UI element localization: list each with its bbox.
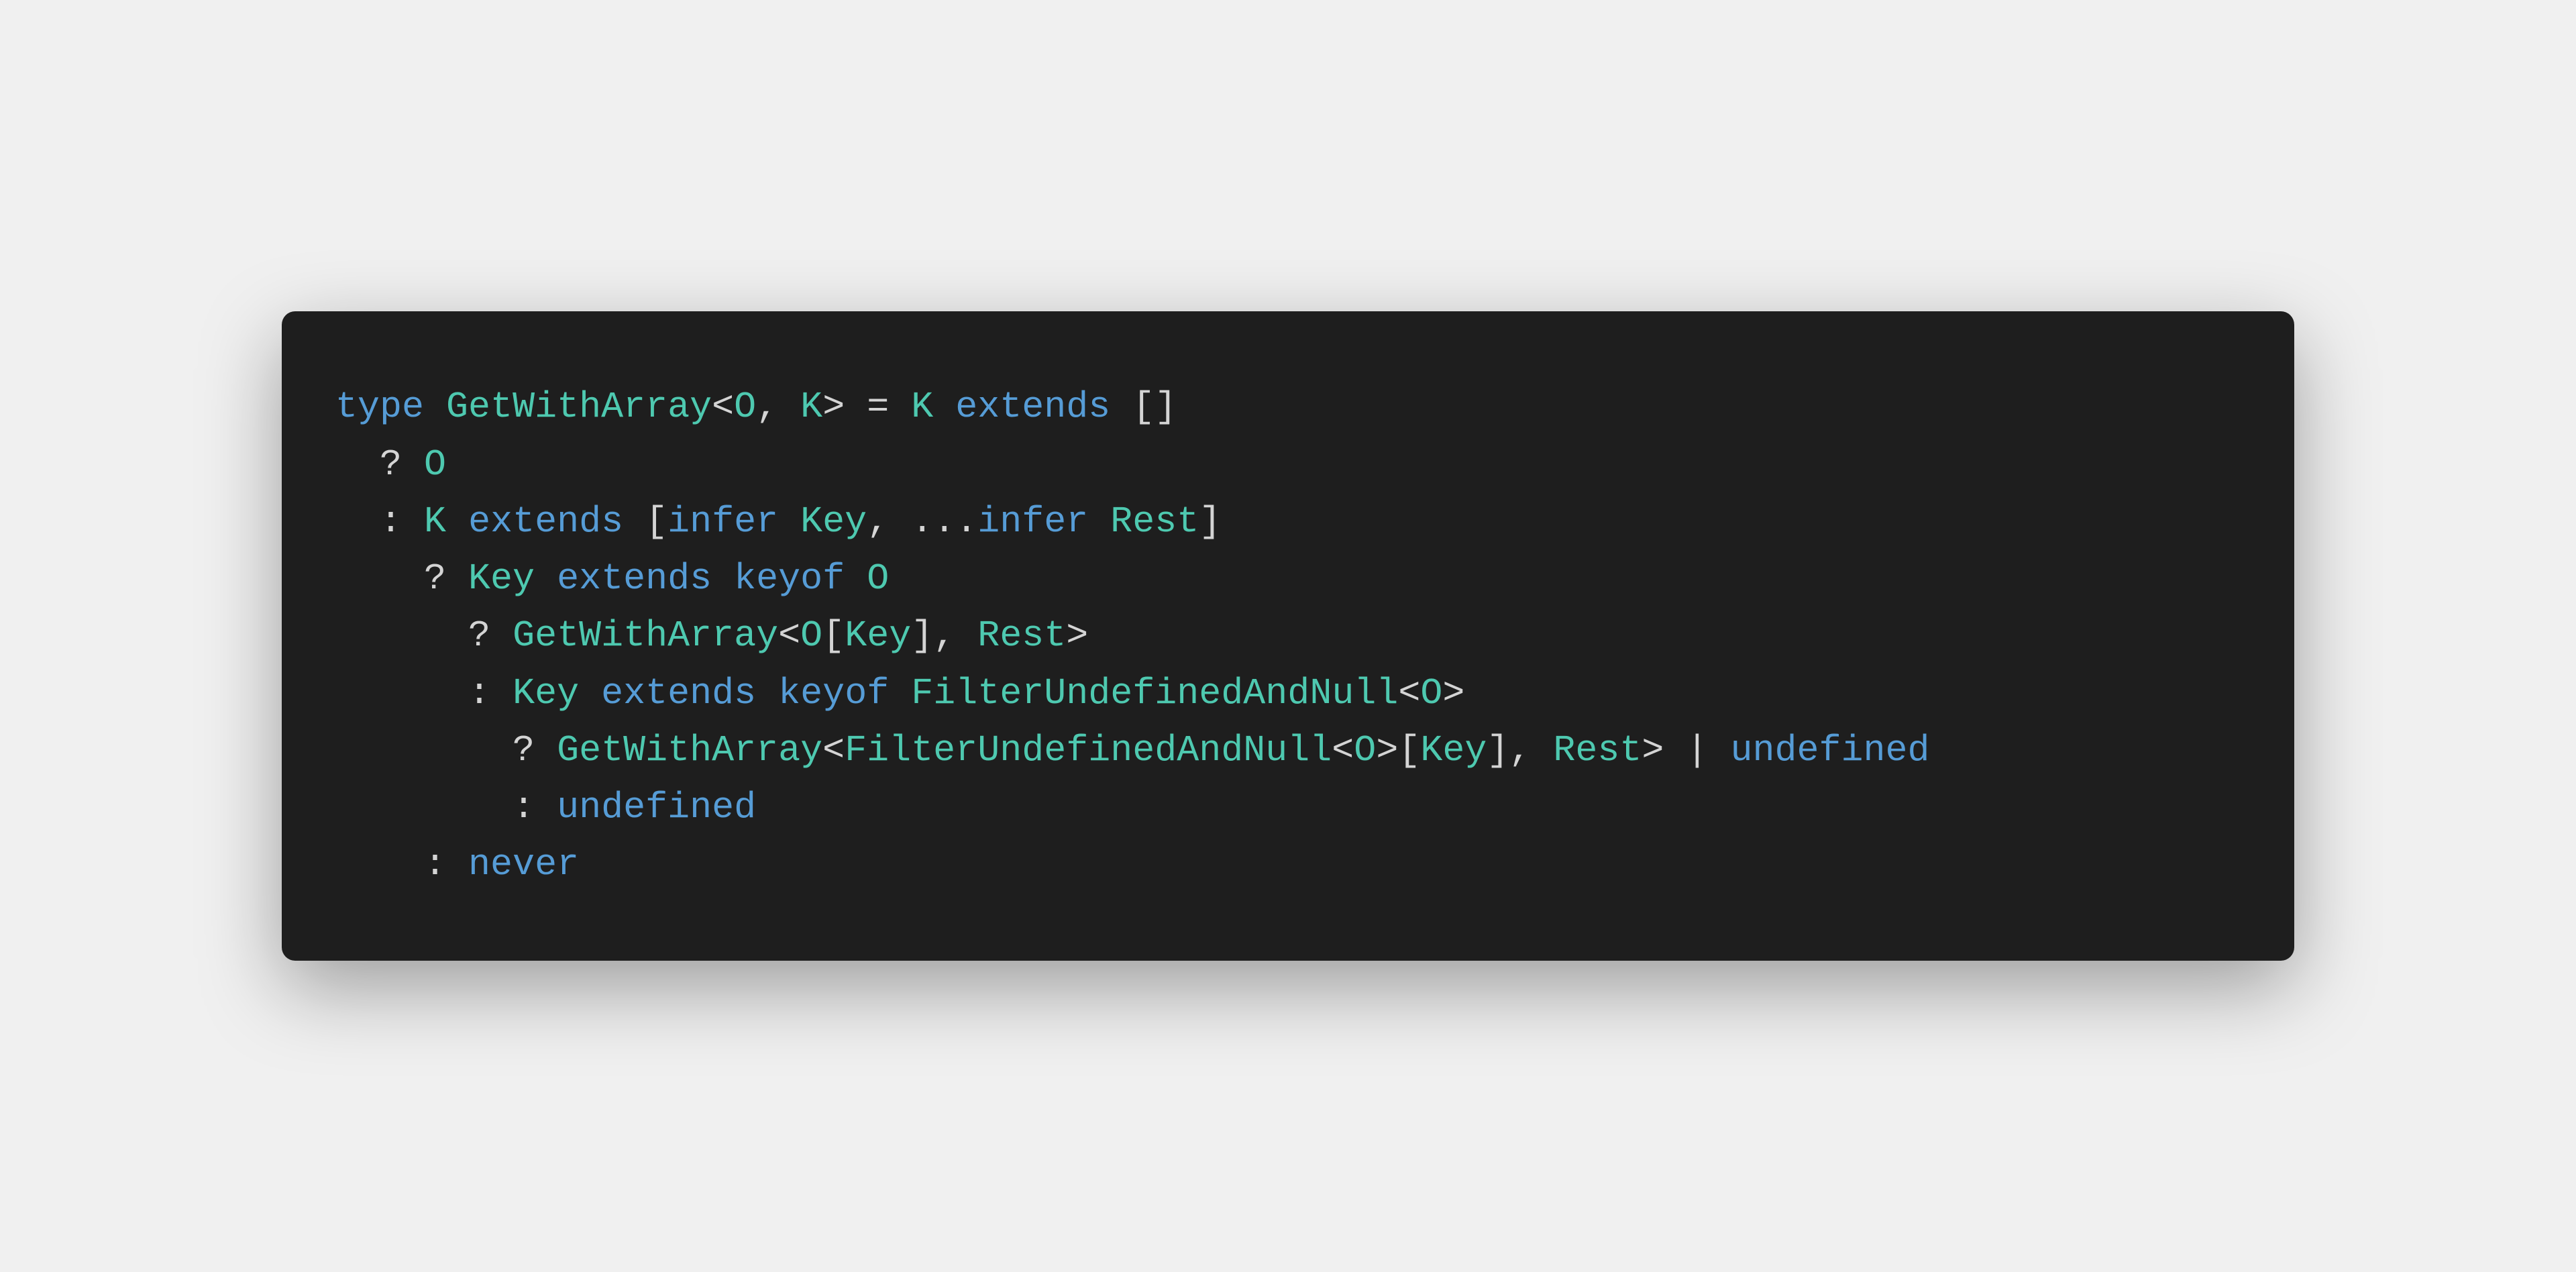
- token-punct: [424, 386, 446, 428]
- token-punct: > =: [822, 386, 911, 428]
- token-type-param: O: [800, 615, 822, 657]
- token-punct: [579, 672, 601, 714]
- token-punct: >: [1066, 615, 1088, 657]
- indent: [335, 443, 380, 486]
- token-punct: :: [513, 786, 557, 829]
- token-punct: [756, 672, 778, 714]
- token-kw-undefined: undefined: [557, 786, 756, 829]
- token-type-name: FilterUndefinedAndNull: [911, 672, 1398, 714]
- token-type-name: GetWithArray: [446, 386, 712, 428]
- indent: [335, 500, 380, 543]
- token-type-param: Key: [800, 500, 867, 543]
- token-type-name: GetWithArray: [513, 615, 778, 657]
- token-punct: > |: [1642, 729, 1730, 772]
- token-kw-infer: infer: [667, 500, 778, 543]
- token-kw-extends: extends: [468, 500, 623, 543]
- code-line: : K extends [infer Key, ...infer Rest]: [335, 493, 2241, 550]
- token-kw-keyof: keyof: [734, 558, 845, 600]
- token-punct: ]: [1199, 500, 1221, 543]
- token-type-param: Key: [845, 615, 911, 657]
- code-block: type GetWithArray<O, K> = K extends [] ?…: [282, 311, 2294, 960]
- token-kw-never: never: [468, 843, 579, 886]
- token-punct: ],: [911, 615, 977, 657]
- token-type-param: O: [734, 386, 756, 428]
- indent: [335, 843, 424, 886]
- token-punct: [712, 558, 734, 600]
- code-line: type GetWithArray<O, K> = K extends []: [335, 378, 2241, 435]
- token-punct: ,: [756, 386, 800, 428]
- token-punct: [535, 558, 557, 600]
- token-punct: ?: [513, 729, 557, 772]
- token-punct: <: [1332, 729, 1354, 772]
- token-punct: [889, 672, 911, 714]
- token-type-name: FilterUndefinedAndNull: [845, 729, 1332, 772]
- token-kw-extends: extends: [955, 386, 1110, 428]
- token-punct: >[: [1376, 729, 1420, 772]
- token-type-param: Rest: [1110, 500, 1199, 543]
- token-type-name: GetWithArray: [557, 729, 822, 772]
- token-punct: :: [468, 672, 513, 714]
- token-punct: :: [424, 843, 468, 886]
- token-punct: >: [1442, 672, 1464, 714]
- token-punct: <: [1398, 672, 1420, 714]
- token-punct: , ...: [867, 500, 977, 543]
- token-punct: [845, 558, 867, 600]
- token-kw-infer: infer: [977, 500, 1088, 543]
- token-kw-keyof: keyof: [778, 672, 889, 714]
- token-type-param: K: [911, 386, 933, 428]
- token-type-param: K: [800, 386, 822, 428]
- code-line: ? Key extends keyof O: [335, 550, 2241, 607]
- token-punct: [933, 386, 955, 428]
- token-punct: :: [380, 500, 424, 543]
- token-type-param: O: [424, 443, 446, 486]
- token-punct: [446, 500, 468, 543]
- code-line: : Key extends keyof FilterUndefinedAndNu…: [335, 665, 2241, 722]
- code-line: ? GetWithArray<FilterUndefinedAndNull<O>…: [335, 722, 2241, 779]
- token-punct: ],: [1487, 729, 1553, 772]
- indent: [335, 729, 513, 772]
- code-content: type GetWithArray<O, K> = K extends [] ?…: [335, 378, 2241, 893]
- token-punct: [1088, 500, 1110, 543]
- token-punct: <: [778, 615, 800, 657]
- code-line: ? GetWithArray<O[Key], Rest>: [335, 607, 2241, 664]
- token-punct: ?: [380, 443, 424, 486]
- token-punct: [778, 500, 800, 543]
- token-kw-extends: extends: [601, 672, 756, 714]
- code-line: ? O: [335, 436, 2241, 493]
- code-line: : never: [335, 836, 2241, 893]
- indent: [335, 558, 424, 600]
- token-type-param: Key: [513, 672, 579, 714]
- indent: [335, 786, 513, 829]
- token-punct: <: [712, 386, 734, 428]
- token-type-param: O: [867, 558, 889, 600]
- token-type-param: O: [1354, 729, 1376, 772]
- token-punct: <: [822, 729, 845, 772]
- token-kw-undefined: undefined: [1730, 729, 1929, 772]
- indent: [335, 672, 468, 714]
- token-type-param: Rest: [977, 615, 1066, 657]
- token-type-param: Rest: [1553, 729, 1642, 772]
- indent: [335, 615, 468, 657]
- token-type-param: Key: [468, 558, 535, 600]
- token-kw-type: type: [335, 386, 424, 428]
- token-type-param: K: [424, 500, 446, 543]
- token-type-param: Key: [1420, 729, 1487, 772]
- token-punct: ?: [468, 615, 513, 657]
- token-kw-extends: extends: [557, 558, 712, 600]
- token-punct: []: [1110, 386, 1177, 428]
- token-type-param: O: [1420, 672, 1442, 714]
- code-line: : undefined: [335, 779, 2241, 836]
- token-punct: ?: [424, 558, 468, 600]
- token-punct: [: [822, 615, 845, 657]
- token-punct: [: [623, 500, 667, 543]
